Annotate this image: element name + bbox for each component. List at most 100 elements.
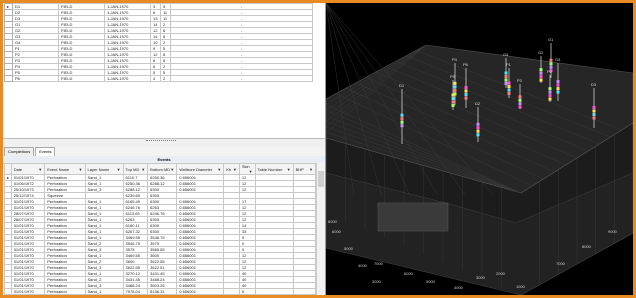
event-cell: 0.656001: [176, 288, 225, 295]
well-row[interactable]: P6 FIELD 1-JAN-1970 4 2-: [4, 75, 313, 82]
left-pane: ▸ D1 FIELD 1-JAN-1970 3 5- D2 FIELD 1-JAN-1970 6 1…: [3, 3, 325, 295]
3d-viewport[interactable]: P6 P4 G4 G1 G2 G3 P1 P5 D1 P3 P2 D2 D3 6000 5000 4000 3…: [326, 3, 633, 295]
filter-icon[interactable]: ▼: [217, 167, 221, 172]
column-header[interactable]: Wellbore Diameter ▼: [176, 163, 225, 175]
perforation-marker: [504, 78, 508, 82]
event-row[interactable]: 01/01/1970 Perforation Sand_1 7978.04 8136.3…: [4, 288, 317, 295]
column-header-label: Event Name: [47, 166, 70, 172]
well-label: P3: [517, 78, 523, 83]
perforation-marker: [451, 97, 455, 100]
well-label: P4: [452, 57, 458, 62]
event-cell: 01/01/1970: [10, 288, 46, 295]
filter-icon[interactable]: ▼: [38, 167, 42, 172]
axis-tick-label: 6000: [332, 229, 342, 234]
axis-tick-label: 4000: [454, 285, 464, 290]
well-label: D3: [591, 82, 597, 87]
axis-tick-label: 3000: [476, 275, 486, 280]
perforation-marker: [539, 75, 543, 79]
perforation-marker: [539, 78, 543, 82]
perforation-marker: [464, 96, 468, 100]
perforation-marker: [451, 104, 455, 107]
event-cell: Sand_1: [84, 288, 124, 295]
filter-icon[interactable]: ▼: [141, 167, 145, 172]
grid-highlight-patch: [377, 202, 449, 232]
application-window: ▸ D1 FIELD 1-JAN-1970 3 5- D2 FIELD 1-JAN-1970 6 1…: [3, 3, 633, 295]
row-selector: [4, 288, 12, 295]
event-cell: [292, 288, 317, 295]
well-date-cell: 1-JAN-1970: [104, 75, 151, 82]
perforation-marker: [464, 86, 468, 89]
tab-completions[interactable]: Completions: [4, 147, 35, 156]
column-header[interactable]: Skin ▼: [238, 163, 256, 175]
perforation-marker: [556, 80, 560, 84]
column-header-label: Layer Name: [87, 166, 110, 172]
perforation-marker: [507, 88, 511, 92]
perforation-marker: [451, 93, 455, 97]
perforation-marker: [504, 75, 508, 78]
axis-tick-label: 4000: [358, 263, 368, 268]
header-selector: [4, 163, 12, 175]
column-header[interactable]: BHP ▼: [292, 163, 317, 175]
perforation-marker: [592, 109, 596, 113]
perforation-marker: [592, 113, 596, 116]
filter-icon[interactable]: ▼: [309, 167, 313, 172]
column-header-label: Top MD: [125, 166, 140, 172]
filter-icon[interactable]: ▼: [117, 167, 121, 172]
perforation-marker: [400, 124, 404, 128]
well-label: G3: [555, 57, 561, 62]
perforation-marker: [539, 68, 543, 72]
column-header[interactable]: Table Number ▼: [254, 163, 294, 175]
perforation-marker: [548, 97, 552, 101]
perforation-marker: [476, 126, 480, 130]
column-header[interactable]: Event Name ▼: [44, 163, 86, 175]
events-scrollbar[interactable]: [316, 163, 325, 295]
wells-table: ▸ D1 FIELD 1-JAN-1970 3 5- D2 FIELD 1-JAN-1970 6 1…: [4, 3, 313, 82]
column-header[interactable]: Top MD ▼: [122, 163, 149, 175]
filter-icon[interactable]: ▼: [249, 169, 253, 174]
perforation-marker: [518, 98, 522, 102]
axis-tick-label: 6000: [328, 219, 338, 224]
perforation-marker: [464, 89, 468, 93]
event-cell: [223, 288, 240, 295]
column-header[interactable]: Layer Name ▼: [84, 163, 124, 175]
axis-tick-label: 2000: [496, 271, 506, 276]
tab-events[interactable]: Events: [35, 147, 56, 156]
perforation-marker: [549, 62, 553, 66]
well-label: P2: [547, 69, 553, 74]
column-header[interactable]: Bottom MD ▼: [147, 163, 178, 175]
well-b-cell: 2: [160, 75, 171, 82]
filter-icon[interactable]: ▼: [233, 167, 237, 172]
perforation-marker: [548, 90, 552, 94]
well-label: G4: [503, 52, 509, 57]
filter-icon[interactable]: ▼: [170, 167, 174, 172]
well-name-cell: P6: [12, 75, 59, 82]
axis-tick-label: 5000: [344, 246, 354, 251]
axis-tick-label: 7000: [556, 261, 566, 266]
column-header[interactable]: Kh ▼: [223, 163, 240, 175]
perforation-marker: [518, 95, 522, 99]
filter-icon[interactable]: ▼: [287, 167, 291, 172]
perforation-marker: [453, 81, 457, 85]
column-header[interactable]: Date ▼: [10, 163, 46, 175]
perforation-marker: [476, 133, 480, 137]
perforation-marker: [400, 113, 404, 117]
event-cell: 7978.04: [122, 288, 149, 295]
scrollbar-thumb[interactable]: [318, 171, 324, 187]
perforation-marker: [507, 92, 511, 95]
filter-icon[interactable]: ▼: [79, 167, 83, 172]
perforation-marker: [556, 83, 560, 87]
perforation-marker: [400, 120, 404, 124]
well-field-cell: FIELD: [58, 75, 105, 82]
well-a-cell: 4: [150, 75, 161, 82]
perforation-marker: [548, 87, 552, 91]
axis-tick-label: 7000: [374, 261, 384, 266]
perforation-marker: [592, 116, 596, 120]
axis-tick-label: 9000: [608, 229, 618, 234]
well-label: D2: [475, 101, 481, 106]
perforation-marker: [453, 88, 457, 92]
perforation-marker: [518, 102, 522, 106]
event-cell: 8136.31: [147, 288, 178, 295]
reservoir-3d-view[interactable]: P6 P4 G4 G1 G2 G3 P1 P5 D1 P3 P2 D2 D3 6000 5000 4000 3…: [326, 3, 633, 295]
well-label: G2: [538, 50, 544, 55]
perforation-marker: [504, 71, 508, 75]
